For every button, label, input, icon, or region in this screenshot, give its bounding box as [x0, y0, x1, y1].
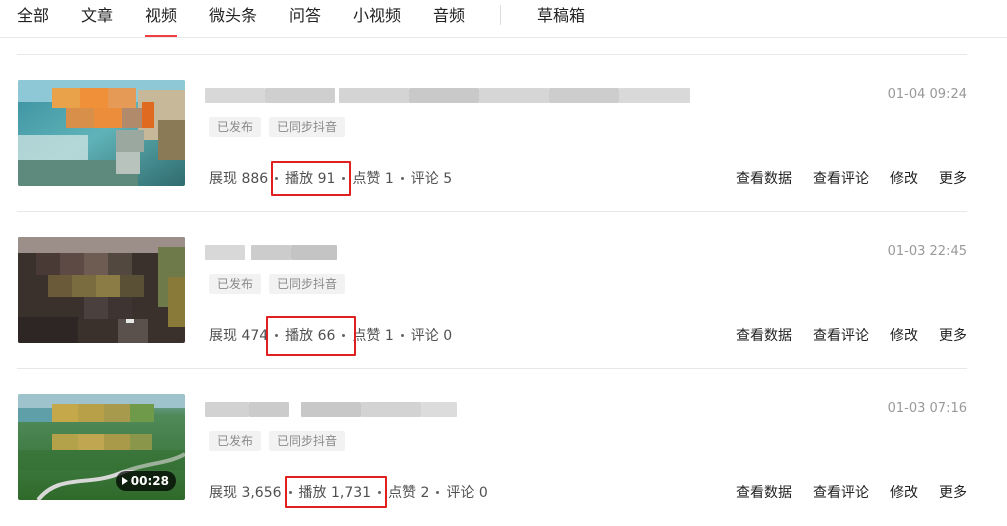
separator-dot	[342, 177, 346, 180]
separator-dot	[275, 334, 279, 337]
play-icon	[121, 477, 128, 485]
view-data-button[interactable]: 查看数据	[736, 326, 792, 346]
comments-stat: 评论 0	[446, 485, 488, 501]
video-list-item: 01-04 09:24 已发布 已同步抖音 展现 886 播放 91 点赞 1 评论 5…	[17, 55, 967, 212]
more-button[interactable]: 更多	[939, 326, 967, 346]
more-button[interactable]: 更多	[939, 169, 967, 189]
synced-douyin-badge: 已同步抖音	[269, 117, 346, 137]
comments-stat: 评论 5	[410, 171, 453, 187]
separator-dot	[275, 177, 279, 180]
video-stats: 展现 474 播放 66 点赞 1 评论 0	[209, 326, 452, 346]
tab-divider	[500, 5, 501, 25]
view-comments-button[interactable]: 查看评论	[813, 326, 869, 346]
publish-time: 01-04 09:24	[887, 87, 967, 102]
separator-dot	[378, 491, 382, 494]
video-stats: 展现 3,656 播放 1,731 点赞 2 评论 0	[209, 483, 488, 503]
row-actions: 查看数据 查看评论 修改 更多	[736, 169, 967, 189]
separator-dot	[342, 334, 346, 337]
likes-stat: 点赞 1	[352, 328, 394, 344]
thumbnail-image	[18, 237, 185, 343]
video-thumbnail[interactable]	[18, 80, 185, 186]
publish-time: 01-03 07:16	[887, 401, 967, 416]
video-list-item: 01-03 22:45 已发布 已同步抖音 展现 474 播放 66 点赞 1 评论 0…	[17, 212, 967, 369]
tab-drafts[interactable]: 草稿箱	[537, 4, 585, 28]
content-type-tabs: 全部 文章 视频 微头条 问答 小视频 音频 草稿箱	[0, 0, 1007, 38]
likes-stat: 点赞 1	[352, 171, 394, 187]
published-badge: 已发布	[209, 431, 262, 451]
status-badges: 已发布 已同步抖音	[209, 430, 353, 451]
edit-button[interactable]: 修改	[890, 169, 918, 189]
video-duration-badge: 00:28	[115, 471, 176, 491]
comments-stat: 评论 0	[410, 328, 453, 344]
more-button[interactable]: 更多	[939, 483, 967, 503]
separator-dot	[436, 491, 440, 494]
tab-videos[interactable]: 视频	[145, 4, 178, 37]
impressions-stat: 展现 3,656	[209, 485, 282, 501]
likes-stat: 点赞 2	[388, 485, 430, 501]
plays-stat: 播放 91	[285, 171, 336, 187]
tab-qa[interactable]: 问答	[289, 4, 321, 28]
impressions-stat: 展现 474	[209, 328, 269, 344]
tab-articles[interactable]: 文章	[81, 4, 113, 28]
separator-dot	[400, 334, 404, 337]
duration-text: 00:28	[130, 474, 169, 488]
plays-stat: 播放 66	[285, 328, 336, 344]
separator-dot	[400, 177, 404, 180]
row-actions: 查看数据 查看评论 修改 更多	[736, 483, 967, 503]
impressions-stat: 展现 886	[209, 171, 269, 187]
publish-time: 01-03 22:45	[887, 244, 967, 259]
synced-douyin-badge: 已同步抖音	[269, 431, 346, 451]
published-badge: 已发布	[209, 117, 262, 137]
view-comments-button[interactable]: 查看评论	[813, 169, 869, 189]
synced-douyin-badge: 已同步抖音	[269, 274, 346, 294]
video-thumbnail[interactable]	[18, 237, 185, 343]
tab-all[interactable]: 全部	[17, 4, 49, 28]
video-thumbnail[interactable]: 00:28	[18, 394, 185, 500]
view-data-button[interactable]: 查看数据	[736, 169, 792, 189]
published-badge: 已发布	[209, 274, 262, 294]
thumbnail-image	[18, 80, 185, 186]
tab-micro-headlines[interactable]: 微头条	[209, 4, 257, 28]
view-comments-button[interactable]: 查看评论	[813, 483, 869, 503]
view-data-button[interactable]: 查看数据	[736, 483, 792, 503]
row-actions: 查看数据 查看评论 修改 更多	[736, 326, 967, 346]
status-badges: 已发布 已同步抖音	[209, 273, 353, 294]
plays-stat: 播放 1,731	[298, 485, 372, 501]
edit-button[interactable]: 修改	[890, 326, 918, 346]
tab-audio[interactable]: 音频	[433, 4, 465, 28]
edit-button[interactable]: 修改	[890, 483, 918, 503]
tab-short-videos[interactable]: 小视频	[353, 4, 401, 28]
video-stats: 展现 886 播放 91 点赞 1 评论 5	[209, 169, 452, 189]
status-badges: 已发布 已同步抖音	[209, 116, 353, 137]
video-list-item: 00:28 01-03 07:16 已发布 已同步抖音 展现 3,656 播放 1,…	[17, 369, 967, 526]
separator-dot	[288, 491, 292, 494]
